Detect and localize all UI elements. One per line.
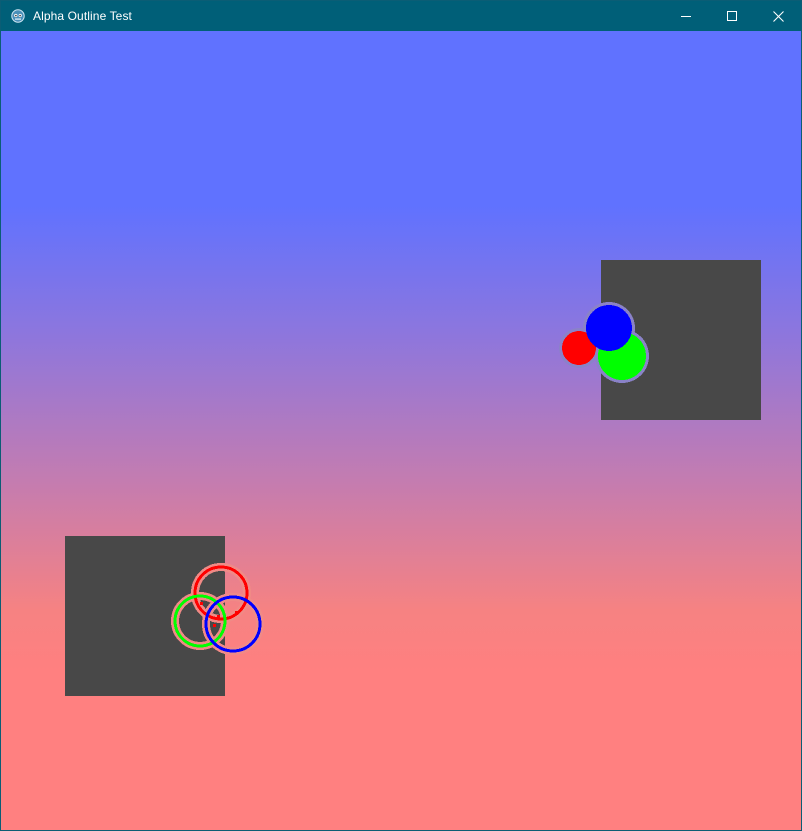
title-bar[interactable]: Alpha Outline Test (1, 1, 801, 31)
minimize-icon (681, 16, 691, 17)
maximize-button[interactable] (709, 1, 755, 31)
app-window: Alpha Outline Test (0, 0, 802, 831)
minimize-button[interactable] (663, 1, 709, 31)
filled-circles-group (559, 260, 761, 420)
window-controls (663, 1, 801, 31)
close-icon (772, 10, 784, 22)
godot-icon (10, 8, 26, 24)
close-button[interactable] (755, 1, 801, 31)
blue-circle (586, 305, 632, 351)
window-title: Alpha Outline Test (33, 9, 132, 23)
game-viewport[interactable] (1, 31, 801, 830)
ring-circles-group (65, 536, 264, 696)
dark-square-panel (65, 536, 225, 696)
maximize-icon (727, 11, 737, 21)
scene-canvas (65, 260, 761, 696)
